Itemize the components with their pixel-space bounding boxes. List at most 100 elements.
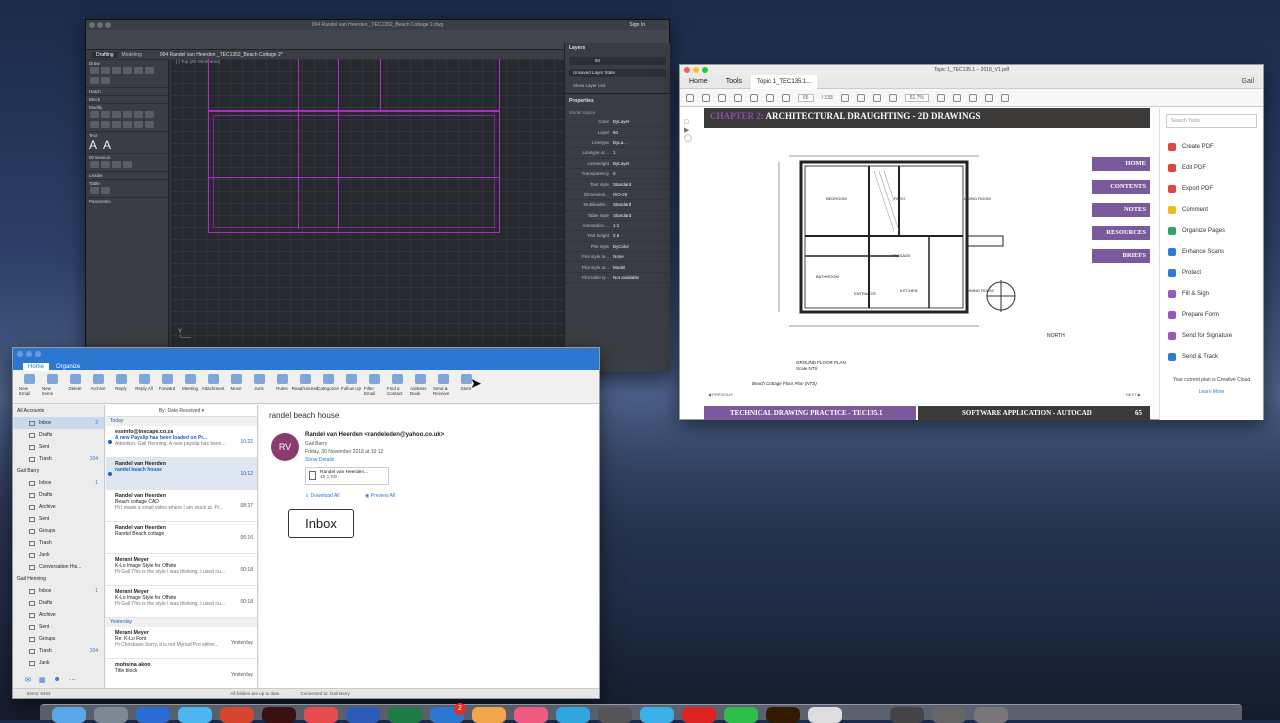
tool-item[interactable]: Comment <box>1160 199 1263 220</box>
property-row[interactable]: Color ByLayer <box>565 117 670 128</box>
search-tools-input[interactable]: Search Tools <box>1166 114 1257 128</box>
folder-item[interactable]: Drafts <box>13 429 104 441</box>
account-header[interactable]: Gail Henning <box>13 573 104 585</box>
move-icon[interactable] <box>90 111 99 118</box>
ribbon-button[interactable]: Address Book <box>410 374 430 399</box>
dimension-section[interactable]: Dimension <box>86 153 168 171</box>
property-row[interactable]: Linetype sc... 1 <box>565 148 670 159</box>
folder-item[interactable]: Trash 104 <box>13 453 104 465</box>
property-row[interactable]: Linetype ByLa... <box>565 138 670 149</box>
rotate-icon[interactable] <box>112 111 121 118</box>
layer-dropdown[interactable]: 50 <box>569 57 666 65</box>
nav-briefs[interactable]: BRIEFS <box>1092 249 1150 263</box>
print-icon[interactable] <box>718 93 726 102</box>
tool-item[interactable]: Export PDF <box>1160 178 1263 199</box>
more-icon[interactable]: ⋯ <box>69 676 76 686</box>
message-item[interactable]: Randel van Heerden randel beach house 10:1… <box>106 458 257 490</box>
parametric-section[interactable]: Parametric <box>86 197 168 205</box>
ribbon-button[interactable]: New Email <box>19 374 39 399</box>
excel-icon[interactable] <box>388 707 422 723</box>
property-row[interactable]: Transparency 0 <box>565 169 670 180</box>
property-value[interactable]: Standard <box>613 182 670 187</box>
folder-item[interactable]: Archive <box>13 501 104 513</box>
property-row[interactable]: Text style Standard <box>565 179 670 190</box>
folder-item[interactable]: Drafts <box>13 489 104 501</box>
document-tab[interactable]: Topic 1_TEC135.1... <box>751 74 818 89</box>
scale-icon[interactable] <box>90 121 99 128</box>
save-icon[interactable] <box>686 93 694 102</box>
tool-item[interactable]: Edit PDF <box>1160 157 1263 178</box>
table-section[interactable]: Table <box>86 179 168 197</box>
folder-item[interactable]: Inbox 2 <box>13 417 104 429</box>
folder-item[interactable]: Junk <box>13 549 104 561</box>
property-row[interactable]: Plot style at... Model <box>565 262 670 273</box>
workspace-modeling[interactable]: Modeling <box>122 52 142 58</box>
drawing-canvas[interactable]: [-] Top [2D Wireframe] TOP N S W E WCS Y… <box>170 59 629 362</box>
safari-icon[interactable] <box>178 707 212 723</box>
property-row[interactable]: Lineweight ByLayer <box>565 159 670 169</box>
ribbon-button[interactable]: Read/Unread <box>292 374 318 399</box>
fit-icon[interactable] <box>936 93 945 102</box>
preview-icon[interactable] <box>808 707 842 723</box>
property-row[interactable]: Text height 2.5 <box>565 231 670 242</box>
message-item[interactable]: Randel van Heerden Randel Beach cottage 06… <box>106 522 257 554</box>
property-row[interactable]: Plot table ty... Not available <box>565 273 670 284</box>
close-button[interactable] <box>684 67 690 73</box>
page-number-field[interactable]: 65 <box>798 93 814 102</box>
menu-tools[interactable]: Tools <box>717 78 751 85</box>
downloads-stack-icon[interactable] <box>890 707 924 723</box>
folder-item[interactable]: Sent <box>13 513 104 525</box>
circle-icon[interactable] <box>112 67 121 74</box>
property-row[interactable]: Plot style ta... None <box>565 252 670 263</box>
outlook-window[interactable]: Home Organize New Email New Items Delete Ar… <box>12 347 600 699</box>
attachment[interactable]: Randel van Heerden... 49,1 KB <box>305 467 389 485</box>
ribbon-button[interactable]: Junk <box>249 374 269 399</box>
tab-home[interactable]: Home <box>23 363 50 371</box>
property-value[interactable]: ByColor <box>613 244 670 249</box>
copy-icon[interactable] <box>101 111 110 118</box>
arc-icon[interactable] <box>123 67 132 74</box>
hatch-section[interactable]: Hatch <box>86 87 168 95</box>
linear-dim-icon[interactable] <box>90 161 99 168</box>
ribbon-button[interactable]: Attachment <box>202 374 224 399</box>
tool-item[interactable]: Enhance Scans <box>1160 241 1263 262</box>
block-section[interactable]: Block <box>86 95 168 103</box>
learn-more-link[interactable]: Learn More <box>1160 389 1263 395</box>
minimize-button[interactable] <box>26 351 32 357</box>
property-value[interactable]: Standard <box>613 213 670 218</box>
ribbon-button[interactable]: Find a Contact <box>387 374 407 399</box>
ribbon-button[interactable]: Categorize <box>317 374 339 399</box>
tool-item[interactable]: Prepare Form <box>1160 304 1263 325</box>
tool-item[interactable]: Protect <box>1160 262 1263 283</box>
show-layer-list[interactable]: Show Layer List <box>565 81 670 90</box>
trim-icon[interactable] <box>145 111 154 118</box>
zoom-button[interactable] <box>105 22 111 28</box>
show-details-link[interactable]: Show Details <box>305 457 334 463</box>
ribbon-button[interactable]: Delete <box>65 374 85 399</box>
drawing-tab[interactable]: 004 Randel van Heerden _TEC1352_Beach Co… <box>160 52 283 58</box>
nav-notes[interactable]: NOTES <box>1092 203 1150 217</box>
layer-state-dropdown[interactable]: Unsaved Layer State <box>569 69 666 77</box>
tool-item[interactable]: Send for Signature <box>1160 325 1263 346</box>
acrobat-window[interactable]: Topic 1_TEC135.1 – 2018_V1.pdf Home Tool… <box>679 64 1264 420</box>
calendar-icon[interactable]: ▦ <box>39 676 46 686</box>
property-value[interactable]: ByLa... <box>613 140 670 145</box>
radius-dim-icon[interactable] <box>123 161 132 168</box>
property-value[interactable]: None <box>613 254 670 259</box>
illustrator-icon[interactable] <box>766 707 800 723</box>
offset-icon[interactable] <box>134 111 143 118</box>
people-icon[interactable]: ☻ <box>54 676 61 686</box>
comment-icon[interactable] <box>984 93 993 102</box>
close-button[interactable] <box>89 22 95 28</box>
folder-item[interactable]: Trash 104 <box>13 645 104 657</box>
search-icon[interactable] <box>750 93 758 102</box>
property-row[interactable]: Plot style ByColor <box>565 242 670 253</box>
leader-section[interactable]: Leader <box>86 171 168 179</box>
table-edit-icon[interactable] <box>101 187 110 194</box>
property-value[interactable]: 1 <box>613 150 670 155</box>
property-value[interactable]: Not available <box>613 275 670 280</box>
aligned-dim-icon[interactable] <box>101 161 110 168</box>
minimize-button[interactable] <box>97 22 103 28</box>
zoom-in-icon[interactable] <box>888 93 897 102</box>
property-row[interactable]: Multileader... Standard <box>565 200 670 211</box>
